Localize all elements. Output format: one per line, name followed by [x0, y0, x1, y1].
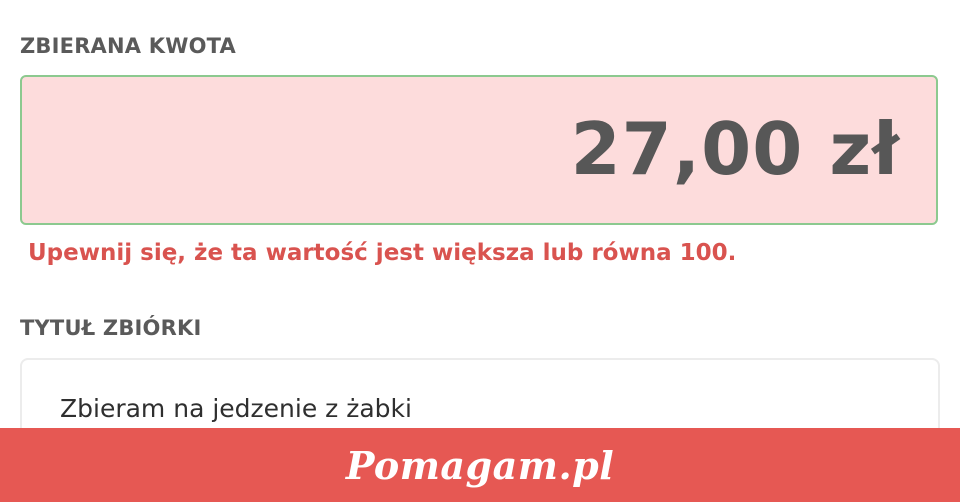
title-input-value: Zbieram na jedzenie z żabki: [60, 394, 412, 423]
title-field-label: TYTUŁ ZBIÓRKI: [20, 316, 202, 340]
amount-error-message: Upewnij się, że ta wartość jest większa …: [28, 240, 737, 266]
amount-field-label: ZBIERANA KWOTA: [20, 34, 236, 58]
form-page: ZBIERANA KWOTA 27,00 zł Upewnij się, że …: [0, 0, 960, 502]
amount-input-value: 27,00 zł: [570, 107, 900, 191]
brand-footer-bar: Pomagam.pl: [0, 428, 960, 502]
amount-input[interactable]: 27,00 zł: [20, 75, 938, 225]
brand-logo: Pomagam.pl: [345, 442, 615, 488]
